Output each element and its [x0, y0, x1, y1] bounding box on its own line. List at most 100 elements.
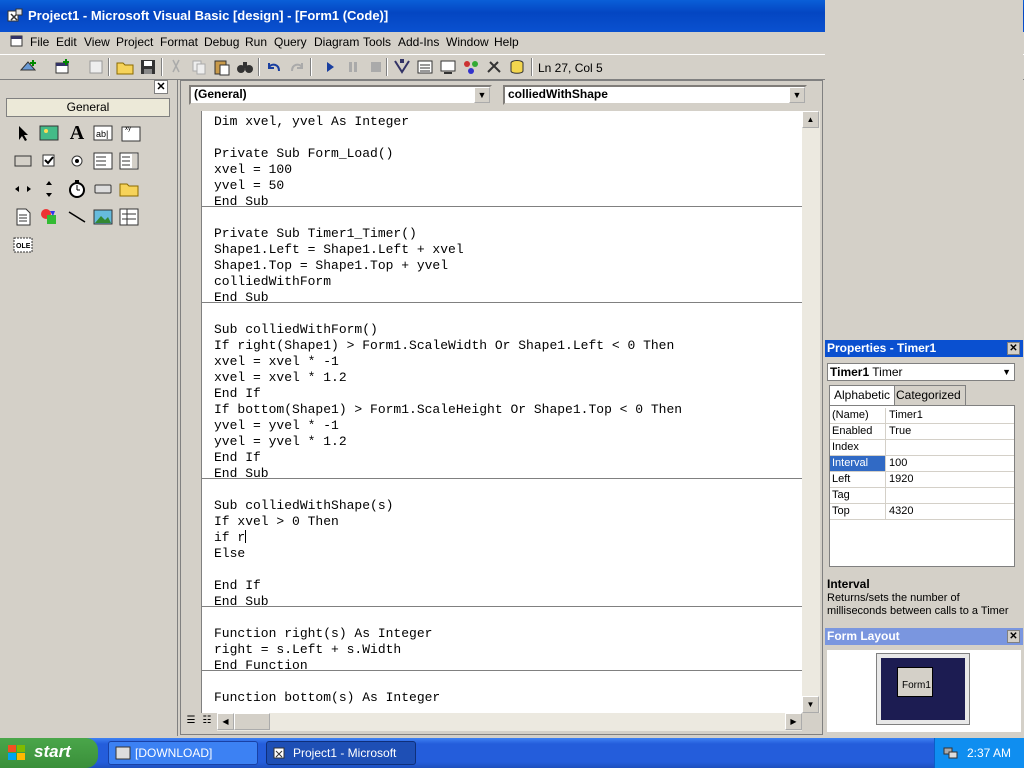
property-value[interactable]: 100: [889, 456, 907, 471]
code-line[interactable]: Sub colliedWithShape(s): [214, 498, 393, 514]
minimize-button[interactable]: _: [952, 6, 973, 27]
property-value[interactable]: 4320: [889, 504, 913, 519]
combobox-icon[interactable]: [92, 150, 114, 172]
code-line[interactable]: xvel = 100: [214, 162, 292, 178]
vscrollbar-icon[interactable]: [38, 178, 60, 200]
add-form-icon[interactable]: [52, 58, 72, 76]
toolbox-icon[interactable]: [484, 58, 504, 76]
menu-diagram[interactable]: Diagram: [314, 35, 359, 49]
project-tree[interactable]: − Project1 (Project1) − Forms Form1 (For…: [827, 123, 1019, 333]
tree-node-form1[interactable]: Form1 (Form1): [886, 162, 986, 177]
project-panel-close-button[interactable]: ✕: [1007, 81, 1020, 94]
menu-view[interactable]: View: [84, 35, 110, 49]
code-line[interactable]: Private Sub Form_Load(): [214, 146, 393, 162]
code-editor[interactable]: Dim xvel, yvel As Integer Private Sub For…: [201, 111, 802, 713]
copy-icon[interactable]: [189, 58, 209, 76]
form-layout-icon[interactable]: [438, 58, 458, 76]
listbox-icon[interactable]: [118, 150, 140, 172]
label-icon[interactable]: A: [66, 122, 88, 144]
filelistbox-icon[interactable]: [12, 206, 34, 228]
code-line[interactable]: yvel = 50: [214, 178, 284, 194]
menu-edit[interactable]: Edit: [56, 35, 77, 49]
menu-run[interactable]: Run: [245, 35, 267, 49]
code-line[interactable]: Function right(s) As Integer: [214, 626, 432, 642]
code-line[interactable]: xvel = xvel * -1: [214, 354, 339, 370]
code-line[interactable]: Shape1.Top = Shape1.Top + yvel: [214, 258, 448, 274]
project-explorer-icon[interactable]: [392, 58, 412, 76]
property-row-selected[interactable]: Interval 100: [830, 456, 1014, 472]
mdi-close-button[interactable]: ✕: [1002, 33, 1018, 48]
code-line[interactable]: End Sub: [214, 594, 269, 610]
toolbox-general-tab[interactable]: General: [6, 98, 170, 117]
property-value[interactable]: True: [889, 424, 911, 439]
code-line[interactable]: If right(Shape1) > Form1.ScaleWidth Or S…: [214, 338, 674, 354]
code-line[interactable]: Else: [214, 546, 245, 562]
start-run-icon[interactable]: [320, 58, 340, 76]
menu-add-ins[interactable]: Add-Ins: [398, 35, 439, 49]
data-icon[interactable]: [118, 206, 140, 228]
ole-icon[interactable]: OLE: [12, 234, 34, 256]
mdi-minimize-button[interactable]: _: [966, 33, 982, 48]
code-line[interactable]: xvel = xvel * 1.2: [214, 370, 347, 386]
menu-format[interactable]: Format: [160, 35, 198, 49]
menu-tools[interactable]: Tools: [363, 35, 391, 49]
properties-combo-dropdown-icon[interactable]: ▼: [1002, 364, 1011, 380]
property-row[interactable]: Enabled True: [830, 424, 1014, 440]
stop-icon[interactable]: [366, 58, 386, 76]
tab-alphabetic[interactable]: Alphabetic: [829, 385, 896, 405]
maximize-button[interactable]: □: [975, 6, 996, 27]
code-line[interactable]: yvel = yvel * -1: [214, 418, 339, 434]
code-line[interactable]: right = s.Left + s.Width: [214, 642, 401, 658]
object-combo-dropdown-icon[interactable]: ▼: [474, 87, 490, 103]
network-icon[interactable]: [943, 746, 959, 760]
tree-node-forms[interactable]: − Forms: [850, 146, 916, 161]
scroll-thumb[interactable]: [234, 713, 270, 730]
vb-app-icon[interactable]: [7, 8, 23, 24]
toggle-folders-icon[interactable]: [881, 101, 899, 117]
save-icon[interactable]: [138, 58, 158, 76]
menu-query[interactable]: Query: [274, 35, 307, 49]
scroll-up-arrow-icon[interactable]: ▲: [802, 111, 819, 128]
timer-icon[interactable]: [66, 178, 88, 200]
properties-grid[interactable]: (Name) Timer1 Enabled True Index Interval 1…: [829, 405, 1015, 567]
code-line[interactable]: Dim xvel, yvel As Integer: [214, 114, 409, 130]
code-line[interactable]: if r: [214, 530, 247, 546]
taskbar-item-download[interactable]: [DOWNLOAD] PlaySt...: [108, 741, 258, 765]
close-button[interactable]: ✕: [998, 6, 1019, 27]
code-line[interactable]: If bottom(Shape1) > Form1.ScaleHeight Or…: [214, 402, 682, 418]
scroll-left-arrow-icon[interactable]: ◀: [217, 713, 234, 730]
menu-debug[interactable]: Debug: [204, 35, 239, 49]
commandbutton-icon[interactable]: [12, 150, 34, 172]
data-view-icon[interactable]: [507, 58, 527, 76]
properties-object-combo[interactable]: Timer1 Timer ▼: [827, 363, 1015, 381]
code-line[interactable]: End If: [214, 450, 261, 466]
property-value[interactable]: 1920: [889, 472, 913, 487]
menu-help[interactable]: Help: [494, 35, 519, 49]
view-object-icon[interactable]: [853, 101, 871, 117]
code-window-icon[interactable]: [10, 35, 24, 48]
dirlistbox-icon[interactable]: [118, 178, 140, 200]
drivelistbox-icon[interactable]: [92, 178, 114, 200]
code-vertical-scrollbar[interactable]: ▲ ▼: [802, 111, 820, 713]
tab-categorized[interactable]: Categorized: [891, 385, 966, 405]
code-line[interactable]: End If: [214, 386, 261, 402]
redo-icon[interactable]: [287, 58, 307, 76]
code-line[interactable]: colliedWithForm: [214, 274, 331, 290]
properties-window-icon[interactable]: [415, 58, 435, 76]
add-project-icon[interactable]: [18, 58, 38, 76]
pointer-icon[interactable]: [12, 122, 34, 144]
code-line[interactable]: End Sub: [214, 466, 269, 482]
code-margin[interactable]: [181, 111, 201, 713]
properties-panel-close-button[interactable]: ✕: [1007, 342, 1020, 355]
hscrollbar-icon[interactable]: [12, 178, 34, 200]
scroll-right-arrow-icon[interactable]: ▶: [785, 713, 802, 730]
code-line[interactable]: End Sub: [214, 194, 269, 210]
image-icon[interactable]: [92, 206, 114, 228]
code-line[interactable]: End If: [214, 578, 261, 594]
code-line[interactable]: Private Sub Timer1_Timer(): [214, 226, 417, 242]
property-row[interactable]: Left 1920: [830, 472, 1014, 488]
form-layout-form1[interactable]: Form1: [897, 667, 933, 697]
property-row[interactable]: (Name) Timer1: [830, 408, 1014, 424]
procedure-view-icon[interactable]: ☰: [183, 713, 199, 730]
menu-window[interactable]: Window: [446, 35, 489, 49]
